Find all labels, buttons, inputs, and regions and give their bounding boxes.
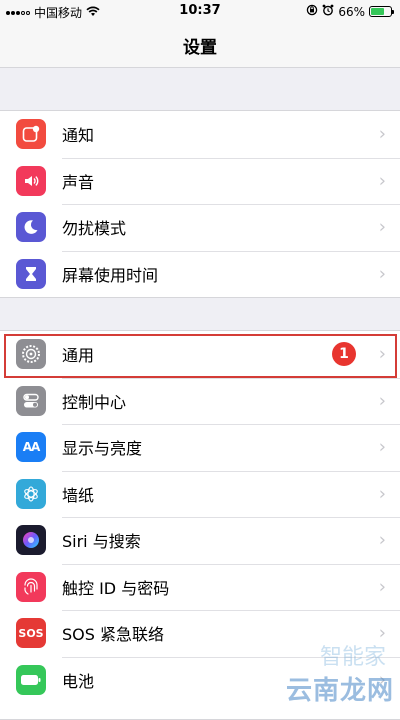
chevron-right-icon: › [378, 483, 386, 505]
chevron-right-icon: › [378, 216, 386, 238]
battery-settings-icon [16, 664, 46, 695]
settings-row-notifications[interactable]: 通知 › [0, 111, 400, 158]
row-label: 声音 [62, 172, 95, 192]
wallpaper-icon [16, 478, 46, 509]
settings-row-display-brightness[interactable]: AA 显示与亮度 › [0, 424, 400, 471]
watermark-bottom: 云南龙网 [285, 676, 394, 706]
page-title: 设置 [183, 38, 217, 58]
settings-row-screen-time[interactable]: 屏幕使用时间 › [0, 250, 400, 298]
row-label: 控制中心 [62, 392, 127, 412]
sounds-icon [16, 165, 46, 196]
touch-id-icon [16, 571, 46, 602]
screen-time-icon [16, 258, 46, 289]
chevron-right-icon: › [378, 263, 386, 285]
do-not-disturb-icon [16, 212, 46, 243]
notifications-icon [16, 119, 46, 150]
orientation-lock-icon [306, 4, 318, 19]
chevron-right-icon: › [378, 170, 386, 192]
chevron-right-icon: › [378, 436, 386, 458]
status-bar: 中国移动 10:37 66% [0, 0, 400, 24]
general-gear-icon [16, 339, 46, 370]
chevron-right-icon: › [378, 576, 386, 598]
settings-row-control-center[interactable]: 控制中心 › [0, 377, 400, 425]
status-right: 66% [306, 4, 394, 19]
row-label: 通知 [62, 126, 95, 146]
chevron-right-icon: › [378, 529, 386, 551]
chevron-right-icon: › [378, 343, 386, 365]
row-label: 屏幕使用时间 [62, 265, 159, 285]
row-label: 触控 ID 与密码 [62, 578, 170, 598]
row-label: 勿扰模式 [62, 219, 127, 239]
alarm-icon [322, 4, 334, 19]
settings-row-siri-search[interactable]: Siri 与搜索 › [0, 517, 400, 564]
row-label: Siri 与搜索 [62, 532, 141, 552]
settings-row-do-not-disturb[interactable]: 勿扰模式 › [0, 204, 400, 251]
nav-bar: 设置 [0, 24, 400, 68]
sos-icon: SOS [16, 618, 46, 649]
settings-row-touch-id-passcode[interactable]: 触控 ID 与密码 › [0, 563, 400, 611]
settings-row-general[interactable]: 通用 1 › [0, 331, 400, 378]
watermark-top: 智能家 [319, 645, 386, 670]
settings-row-sounds[interactable]: 声音 › [0, 157, 400, 205]
row-label: 墙纸 [62, 485, 95, 505]
chevron-right-icon: › [378, 390, 386, 412]
battery-icon [369, 6, 394, 17]
chevron-right-icon: › [378, 123, 386, 145]
battery-percent: 66% [338, 4, 365, 19]
row-label: 显示与亮度 [62, 439, 143, 459]
notification-badge: 1 [332, 342, 356, 367]
settings-row-wallpaper[interactable]: 墙纸 › [0, 470, 400, 518]
settings-group-1: 通知 › 声音 › 勿扰模式 › 屏幕使用时间 › [0, 110, 400, 298]
control-center-icon [16, 385, 46, 416]
siri-icon [16, 525, 46, 556]
display-brightness-icon: AA [16, 432, 46, 463]
battery-fill [371, 8, 384, 15]
